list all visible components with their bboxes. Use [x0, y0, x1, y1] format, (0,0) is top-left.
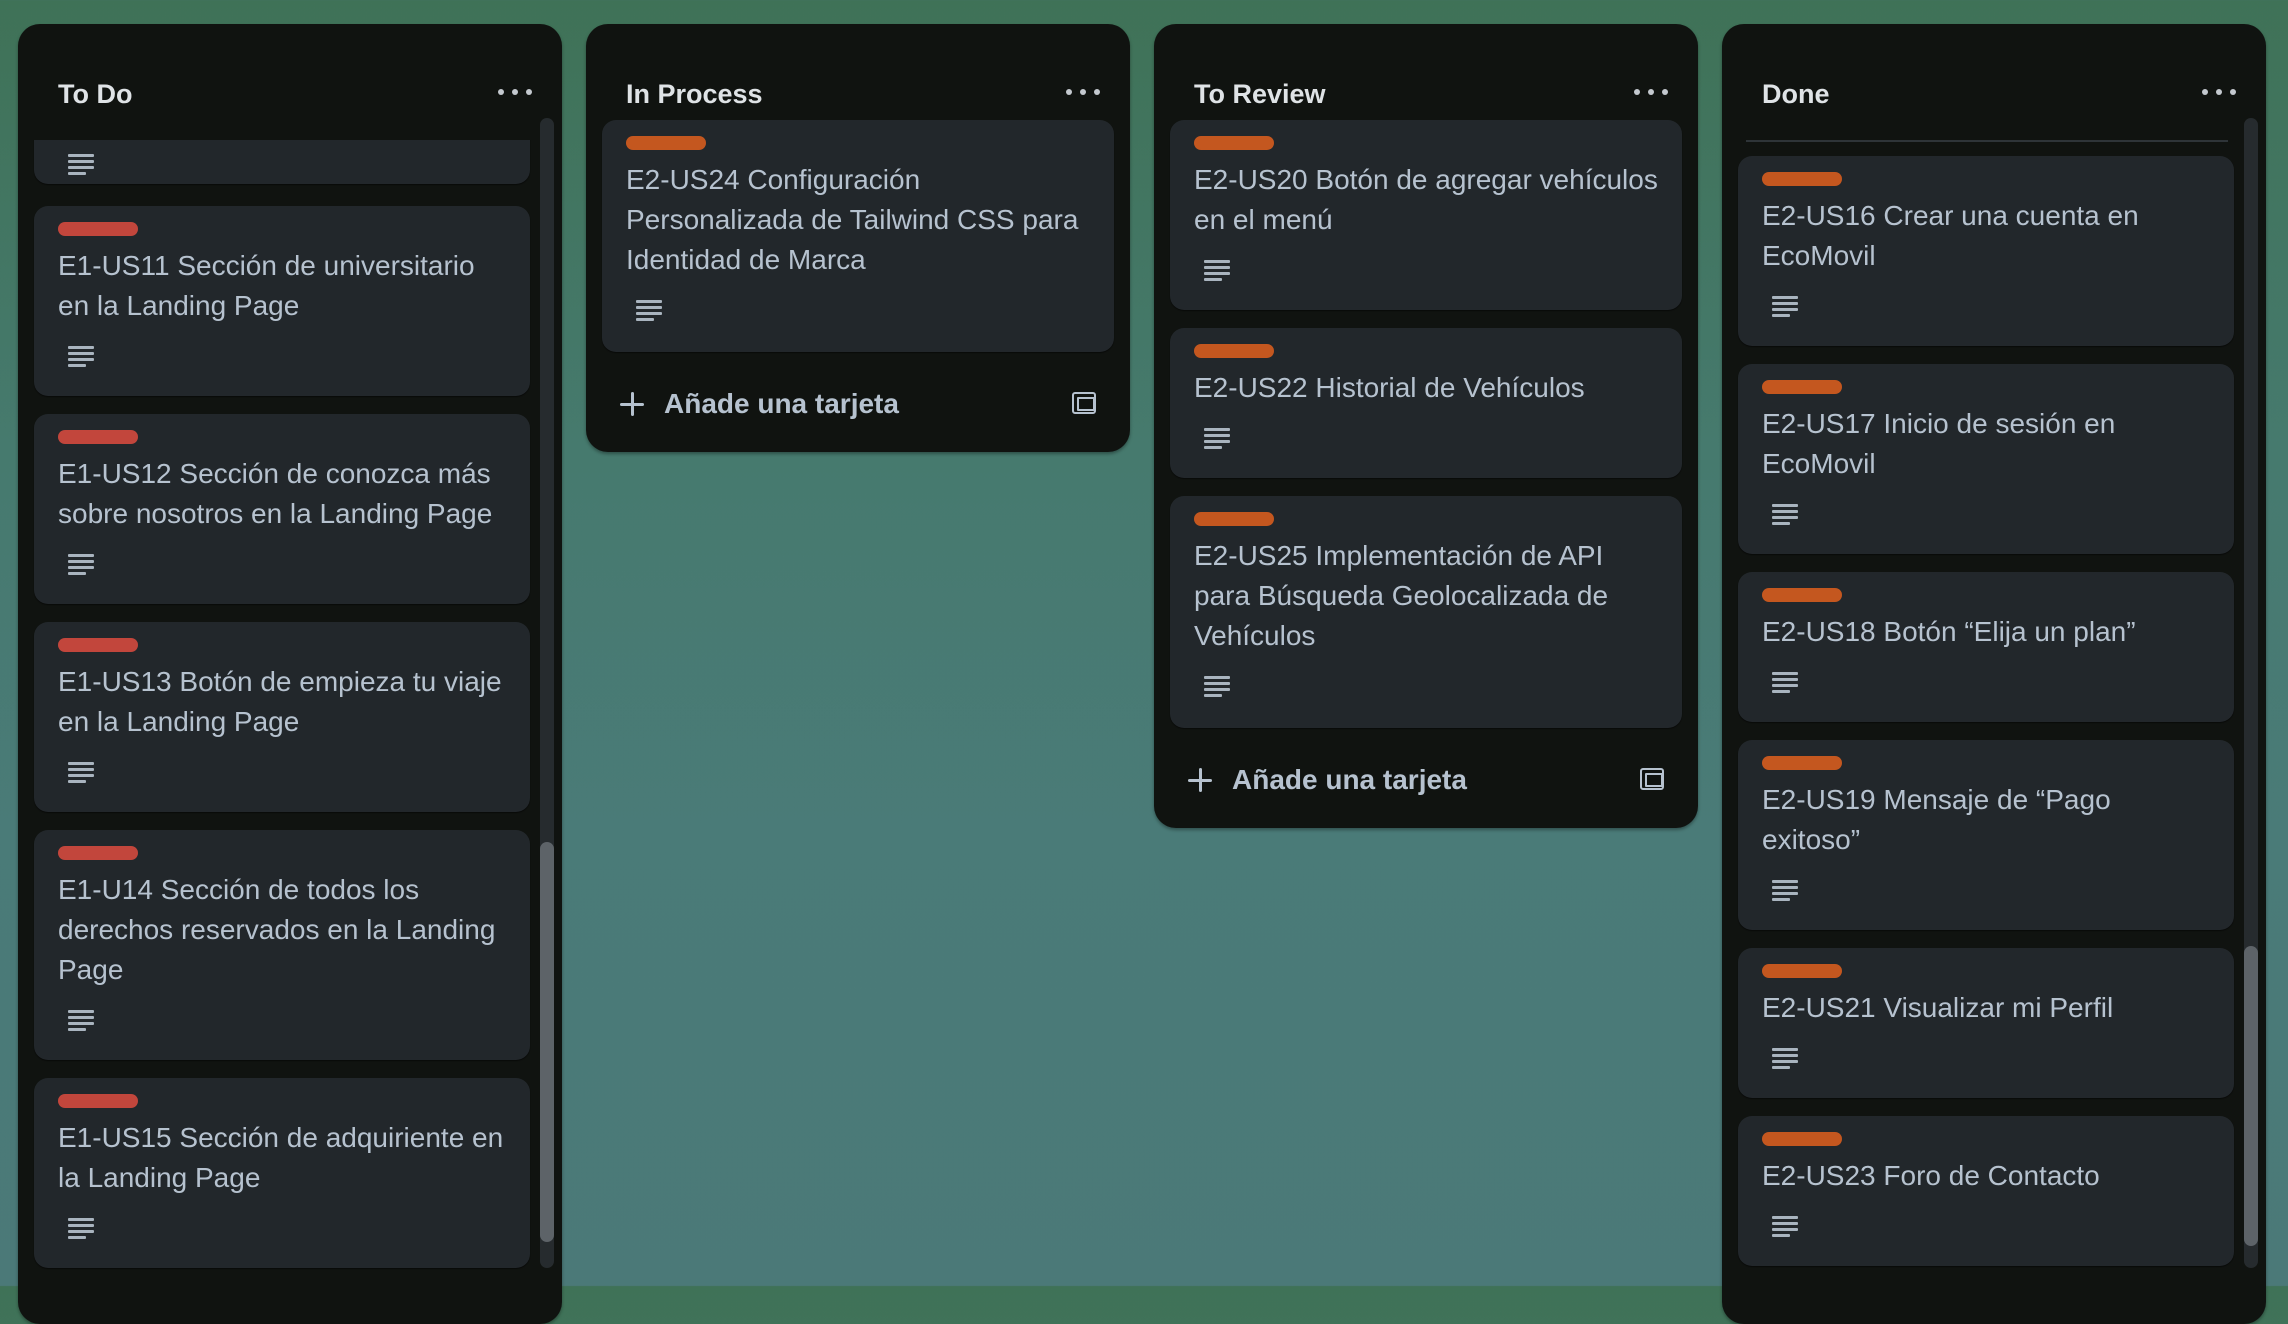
add-card-label: Añade una tarjeta	[664, 388, 899, 419]
description-icon	[68, 1218, 94, 1240]
card-label[interactable]	[58, 222, 138, 236]
description-icon	[1204, 428, 1230, 450]
more-options-icon[interactable]	[498, 80, 532, 104]
card-template-icon[interactable]	[1072, 392, 1096, 414]
card-label[interactable]	[1194, 344, 1274, 358]
card-title: E2-US23 Foro de Contacto	[1762, 1160, 2100, 1191]
card-label[interactable]	[1762, 964, 1842, 978]
card[interactable]: E2-US18 Botón “Elija un plan”	[1738, 572, 2234, 722]
card-label[interactable]	[58, 430, 138, 444]
card-label[interactable]	[1194, 512, 1274, 526]
card[interactable]: E2-US24 Configuración Personalizada de T…	[602, 120, 1114, 352]
card-title: E2-US16 Crear una cuenta en EcoMovil	[1762, 200, 2139, 271]
card-label[interactable]	[626, 136, 706, 150]
card[interactable]	[34, 140, 530, 184]
card-divider	[1746, 140, 2228, 142]
card[interactable]: E2-US23 Foro de Contacto	[1738, 1116, 2234, 1266]
description-icon	[1772, 1216, 1798, 1238]
card-title: E2-US20 Botón de agregar vehículos en el…	[1194, 164, 1658, 235]
add-card-button[interactable]: Añade una tarjeta	[1168, 752, 1684, 808]
card[interactable]: E1-US12 Sección de conozca más sobre nos…	[34, 414, 530, 604]
card-label[interactable]	[1194, 136, 1274, 150]
card-title: E2-US17 Inicio de sesión en EcoMovil	[1762, 408, 2116, 479]
card-label[interactable]	[58, 638, 138, 652]
card-title: E2-US18 Botón “Elija un plan”	[1762, 616, 2136, 647]
card[interactable]: E1-U14 Sección de todos los derechos res…	[34, 830, 530, 1060]
description-icon	[68, 762, 94, 784]
card-title: E1-U14 Sección de todos los derechos res…	[58, 874, 496, 985]
description-icon	[68, 154, 94, 176]
description-icon	[1772, 296, 1798, 318]
card-label[interactable]	[58, 1094, 138, 1108]
description-icon	[1772, 672, 1798, 694]
list-title[interactable]: Done	[1762, 79, 1830, 110]
more-options-icon[interactable]	[1634, 80, 1668, 104]
card-label[interactable]	[1762, 172, 1842, 186]
list-header: Done	[1722, 24, 2266, 140]
card-title: E2-US24 Configuración Personalizada de T…	[626, 164, 1079, 275]
add-card-button[interactable]: Añade una tarjeta	[600, 376, 1116, 432]
card-label[interactable]	[1762, 1132, 1842, 1146]
description-icon	[68, 554, 94, 576]
card[interactable]: E2-US17 Inicio de sesión en EcoMovil	[1738, 364, 2234, 554]
kanban-board: To Do E1-US11 Sección de universitario e…	[0, 0, 2288, 1324]
card[interactable]: E1-US15 Sección de adquiriente en la Lan…	[34, 1078, 530, 1268]
card-template-icon[interactable]	[1640, 768, 1664, 790]
list-cards: E2-US16 Crear una cuenta en EcoMovil E2-…	[1722, 140, 2266, 1324]
description-icon	[1772, 1048, 1798, 1070]
list-title[interactable]: To Do	[58, 79, 132, 110]
description-icon	[68, 346, 94, 368]
scrollbar[interactable]	[2244, 118, 2258, 1268]
list-done: Done E2-US16 Crear una cuenta en EcoMovi…	[1722, 24, 2266, 1324]
card[interactable]: E1-US13 Botón de empieza tu viaje en la …	[34, 622, 530, 812]
scrollbar-thumb[interactable]	[540, 842, 554, 1242]
plus-icon	[1188, 768, 1212, 792]
card-label[interactable]	[58, 846, 138, 860]
add-card-label: Añade una tarjeta	[1232, 764, 1467, 795]
more-options-icon[interactable]	[2202, 80, 2236, 104]
description-icon	[1204, 260, 1230, 282]
card-label[interactable]	[1762, 380, 1842, 394]
card[interactable]: E2-US21 Visualizar mi Perfil	[1738, 948, 2234, 1098]
card[interactable]: E2-US20 Botón de agregar vehículos en el…	[1170, 120, 1682, 310]
scrollbar-thumb[interactable]	[2244, 946, 2258, 1246]
description-icon	[636, 300, 662, 322]
list-title[interactable]: To Review	[1194, 79, 1326, 110]
list-in-process: In Process E2-US24 Configuración Persona…	[586, 24, 1130, 452]
scrollbar[interactable]	[540, 118, 554, 1268]
card-title: E1-US15 Sección de adquiriente en la Lan…	[58, 1122, 504, 1193]
description-icon	[1204, 676, 1230, 698]
description-icon	[68, 1010, 94, 1032]
card[interactable]: E2-US19 Mensaje de “Pago exitoso”	[1738, 740, 2234, 930]
card-title: E2-US21 Visualizar mi Perfil	[1762, 992, 2114, 1023]
list-cards: E1-US11 Sección de universitario en la L…	[18, 140, 562, 1324]
card-title: E2-US19 Mensaje de “Pago exitoso”	[1762, 784, 2111, 855]
list-to-review: To Review E2-US20 Botón de agregar vehíc…	[1154, 24, 1698, 828]
card[interactable]: E2-US16 Crear una cuenta en EcoMovil	[1738, 156, 2234, 346]
list-to-do: To Do E1-US11 Sección de universitario e…	[18, 24, 562, 1324]
list-header: To Do	[18, 24, 562, 140]
card-title: E1-US11 Sección de universitario en la L…	[58, 250, 475, 321]
more-options-icon[interactable]	[1066, 80, 1100, 104]
description-icon	[1772, 504, 1798, 526]
card-title: E1-US13 Botón de empieza tu viaje en la …	[58, 666, 502, 737]
card-label[interactable]	[1762, 588, 1842, 602]
list-title[interactable]: In Process	[626, 79, 763, 110]
plus-icon	[620, 392, 644, 416]
card[interactable]: E2-US25 Implementación de API para Búsqu…	[1170, 496, 1682, 728]
card-title: E2-US25 Implementación de API para Búsqu…	[1194, 540, 1609, 651]
card[interactable]: E1-US11 Sección de universitario en la L…	[34, 206, 530, 396]
card-title: E1-US12 Sección de conozca más sobre nos…	[58, 458, 493, 529]
description-icon	[1772, 880, 1798, 902]
card[interactable]: E2-US22 Historial de Vehículos	[1170, 328, 1682, 478]
card-label[interactable]	[1762, 756, 1842, 770]
card-title: E2-US22 Historial de Vehículos	[1194, 372, 1585, 403]
